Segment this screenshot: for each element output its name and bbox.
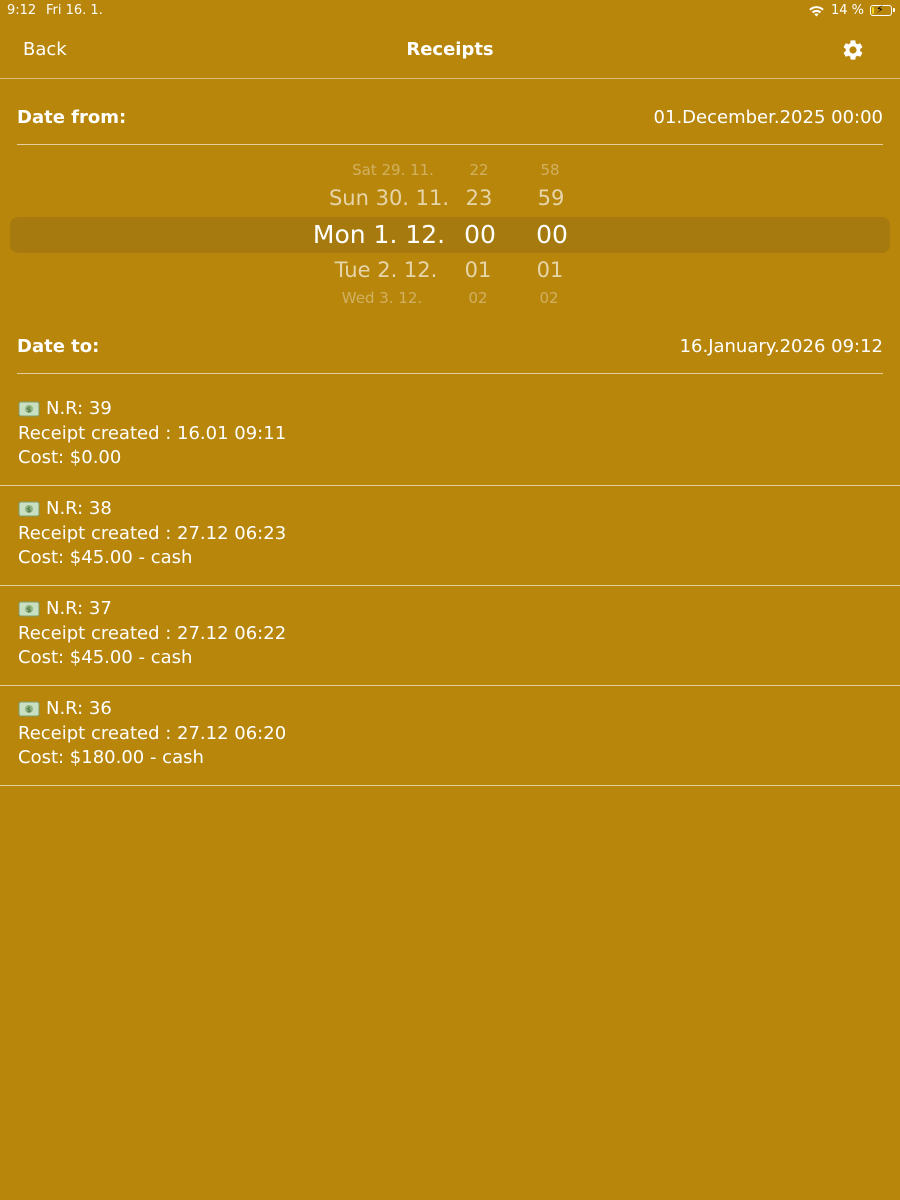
money-icon: $	[18, 601, 40, 616]
picker-minute-option[interactable]: 59	[538, 186, 565, 210]
money-icon: $	[18, 701, 40, 716]
date-from-value[interactable]: 01.December.2025 00:00	[654, 107, 883, 128]
money-icon: $	[18, 501, 40, 516]
picker-hour-option[interactable]: 01	[465, 258, 492, 282]
svg-text:$: $	[27, 706, 31, 714]
date-to-label: Date to:	[17, 336, 100, 357]
battery-charging-icon: ⚡	[870, 3, 895, 16]
picker-hour-selected[interactable]: 00	[464, 220, 496, 249]
picker-minute-option[interactable]: 02	[539, 289, 558, 307]
wifi-icon	[809, 6, 824, 17]
picker-minute-selected[interactable]: 00	[536, 220, 568, 249]
list-item[interactable]: $ N.R: 37 Receipt created : 27.12 06:22 …	[0, 586, 900, 686]
money-icon: $	[18, 401, 40, 416]
svg-text:$: $	[27, 506, 31, 514]
receipt-created: Receipt created : 27.12 06:22	[18, 623, 287, 644]
navigation-bar: Back Receipts	[0, 22, 900, 79]
svg-text:$: $	[27, 606, 31, 614]
picker-hour-option[interactable]: 23	[466, 186, 493, 210]
picker-day-option[interactable]: Sat 29. 11.	[352, 161, 434, 179]
status-bar: 9:12 Fri 16. 1. 14 % ⚡	[0, 0, 900, 22]
receipt-cost: Cost: $45.00 - cash	[18, 547, 193, 568]
gear-icon[interactable]	[841, 38, 865, 62]
picker-day-option[interactable]: Tue 2. 12.	[335, 258, 438, 282]
list-item[interactable]: $ N.R: 38 Receipt created : 27.12 06:23 …	[0, 486, 900, 586]
picker-minute-option[interactable]: 58	[540, 161, 559, 179]
picker-hour-option[interactable]: 22	[469, 161, 488, 179]
receipt-cost: Cost: $0.00	[18, 447, 122, 468]
date-time-picker[interactable]: Sat 29. 11. Sun 30. 11. Mon 1. 12. Tue 2…	[0, 152, 900, 312]
date-from-row[interactable]: Date from: 01.December.2025 00:00	[17, 96, 883, 145]
list-item[interactable]: $ N.R: 36 Receipt created : 27.12 06:20 …	[0, 686, 900, 786]
date-from-label: Date from:	[17, 107, 127, 128]
battery-percentage: 14 %	[830, 3, 864, 18]
picker-day-selected[interactable]: Mon 1. 12.	[313, 220, 445, 249]
receipt-created: Receipt created : 27.12 06:23	[18, 523, 287, 544]
bolt-icon: ⚡	[876, 3, 884, 16]
receipts-list: $ N.R: 39 Receipt created : 16.01 09:11 …	[0, 386, 900, 786]
status-indicators: 14 % ⚡	[808, 3, 895, 18]
receipt-cost: Cost: $45.00 - cash	[18, 647, 193, 668]
date-to-value[interactable]: 16.January.2026 09:12	[680, 336, 883, 357]
status-time: 9:12	[7, 3, 37, 18]
receipt-created: Receipt created : 16.01 09:11	[18, 423, 287, 444]
receipt-number: N.R: 38	[46, 498, 112, 519]
receipt-number: N.R: 39	[46, 398, 112, 419]
receipt-cost: Cost: $180.00 - cash	[18, 747, 204, 768]
battery-fill	[872, 7, 874, 14]
svg-text:$: $	[27, 406, 31, 414]
picker-hour-option[interactable]: 02	[468, 289, 487, 307]
date-to-row[interactable]: Date to: 16.January.2026 09:12	[17, 325, 883, 374]
picker-day-option[interactable]: Sun 30. 11.	[329, 186, 449, 210]
picker-minute-option[interactable]: 01	[537, 258, 564, 282]
list-item[interactable]: $ N.R: 39 Receipt created : 16.01 09:11 …	[0, 386, 900, 486]
receipt-number: N.R: 37	[46, 598, 112, 619]
page-title: Receipts	[406, 39, 494, 60]
picker-selection-band	[10, 217, 890, 253]
receipt-number: N.R: 36	[46, 698, 112, 719]
receipt-created: Receipt created : 27.12 06:20	[18, 723, 287, 744]
picker-day-option[interactable]: Wed 3. 12.	[342, 289, 422, 307]
status-date: Fri 16. 1.	[46, 3, 103, 18]
